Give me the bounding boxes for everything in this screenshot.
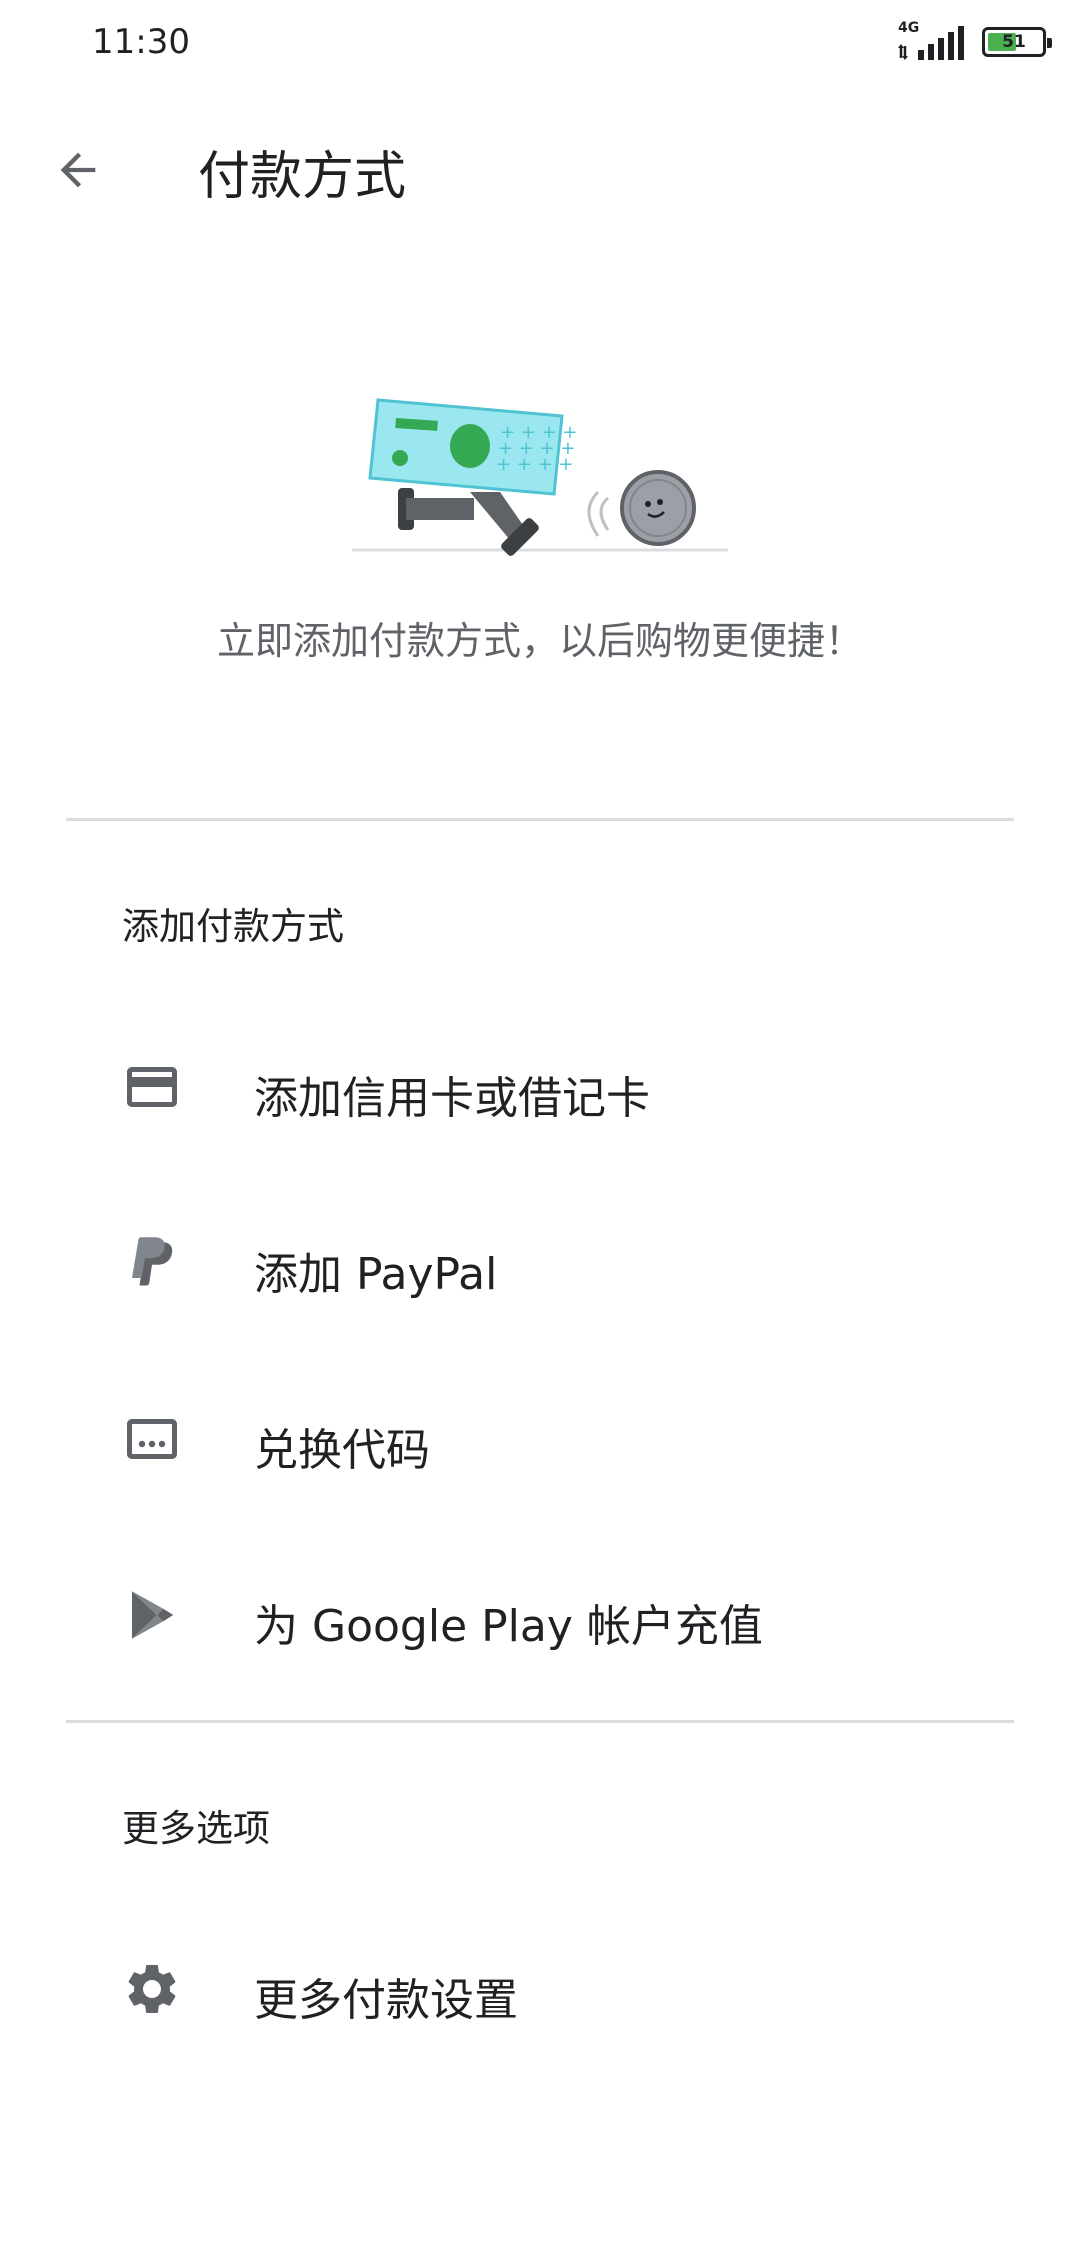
credit-card-icon: [122, 1057, 182, 1117]
battery-level: 51: [1002, 32, 1026, 52]
svg-text:+ + + +: + + + +: [496, 454, 574, 475]
add-card-button[interactable]: 添加信用卡或借记卡: [0, 1012, 1080, 1162]
battery-icon: 51: [982, 27, 1052, 57]
add-card-label: 添加信用卡或借记卡: [254, 1073, 650, 1124]
status-time: 11:30: [92, 22, 190, 62]
google-play-icon: [122, 1585, 182, 1645]
section-divider: [66, 1720, 1014, 1723]
page-title: 付款方式: [198, 147, 407, 207]
app-bar: 付款方式: [0, 110, 1080, 220]
status-bar: 11:30 4G 51: [0, 0, 1080, 90]
section-heading-more-options: 更多选项: [122, 1807, 270, 1850]
payment-illustration: + + + + + + + + + + + +: [350, 380, 730, 560]
status-icons: 4G 51: [898, 20, 1052, 60]
promo-text: 立即添加付款方式，以后购物更便捷！: [216, 619, 863, 663]
top-up-google-play-label: 为 Google Play 帐户充值: [254, 1601, 763, 1652]
top-up-google-play-button[interactable]: 为 Google Play 帐户充值: [0, 1540, 1080, 1690]
redeem-code-label: 兑换代码: [254, 1425, 430, 1476]
gear-icon: [122, 1959, 182, 2019]
paypal-icon: [122, 1233, 182, 1293]
section-heading-add-payment: 添加付款方式: [122, 905, 344, 948]
signal-strength-icon: 4G: [898, 20, 968, 60]
more-payment-settings-label: 更多付款设置: [254, 1975, 518, 2026]
add-paypal-button[interactable]: 添加 PayPal: [0, 1188, 1080, 1338]
arrow-back-icon: [60, 152, 96, 188]
add-paypal-label: 添加 PayPal: [254, 1249, 498, 1300]
section-divider: [66, 818, 1014, 821]
more-payment-settings-button[interactable]: 更多付款设置: [0, 1914, 1080, 2064]
redeem-code-icon: [122, 1409, 182, 1469]
back-button[interactable]: [40, 132, 116, 208]
redeem-code-button[interactable]: 兑换代码: [0, 1364, 1080, 1514]
